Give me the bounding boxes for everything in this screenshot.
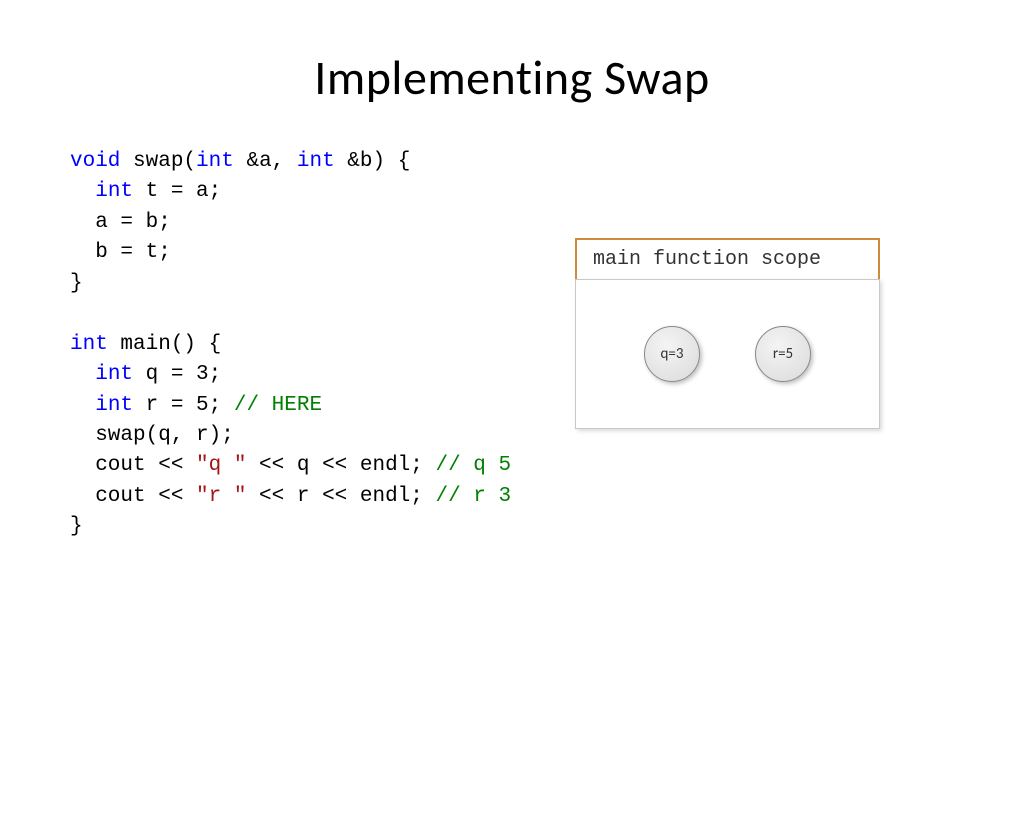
kw-void: void <box>70 150 120 173</box>
code-text: q = 3; <box>133 363 221 386</box>
code-text: cout << <box>70 454 196 477</box>
code-text: swap(q, r); <box>70 424 234 447</box>
kw-int: int <box>95 363 133 386</box>
code-text: } <box>70 515 83 538</box>
scope-body: q=3 r=5 <box>575 279 880 429</box>
code-text: swap( <box>120 150 196 173</box>
code-text: } <box>70 272 83 295</box>
comment: // HERE <box>234 394 322 417</box>
comment: // q 5 <box>435 454 511 477</box>
kw-int: int <box>95 180 133 203</box>
code-text: << q << endl; <box>246 454 435 477</box>
scope-diagram: main function scope q=3 r=5 <box>575 238 880 429</box>
string-literal: "r " <box>196 485 246 508</box>
scope-header: main function scope <box>575 238 880 281</box>
code-text: cout << <box>70 485 196 508</box>
kw-int: int <box>70 333 108 356</box>
string-literal: "q " <box>196 454 246 477</box>
variable-r: r=5 <box>755 326 811 382</box>
kw-int: int <box>297 150 335 173</box>
kw-int: int <box>196 150 234 173</box>
comment: // r 3 <box>435 485 511 508</box>
code-text: r = 5; <box>133 394 234 417</box>
code-text: &a, <box>234 150 297 173</box>
code-text: t = a; <box>133 180 221 203</box>
code-text: b = t; <box>70 241 171 264</box>
code-text: &b) { <box>335 150 411 173</box>
kw-int: int <box>95 394 133 417</box>
code-text: << r << endl; <box>246 485 435 508</box>
code-block: void swap(int &a, int &b) { int t = a; a… <box>70 147 511 543</box>
slide-title: Implementing Swap <box>0 48 1024 107</box>
code-text: a = b; <box>70 211 171 234</box>
variable-q: q=3 <box>644 326 700 382</box>
code-text: main() { <box>108 333 221 356</box>
